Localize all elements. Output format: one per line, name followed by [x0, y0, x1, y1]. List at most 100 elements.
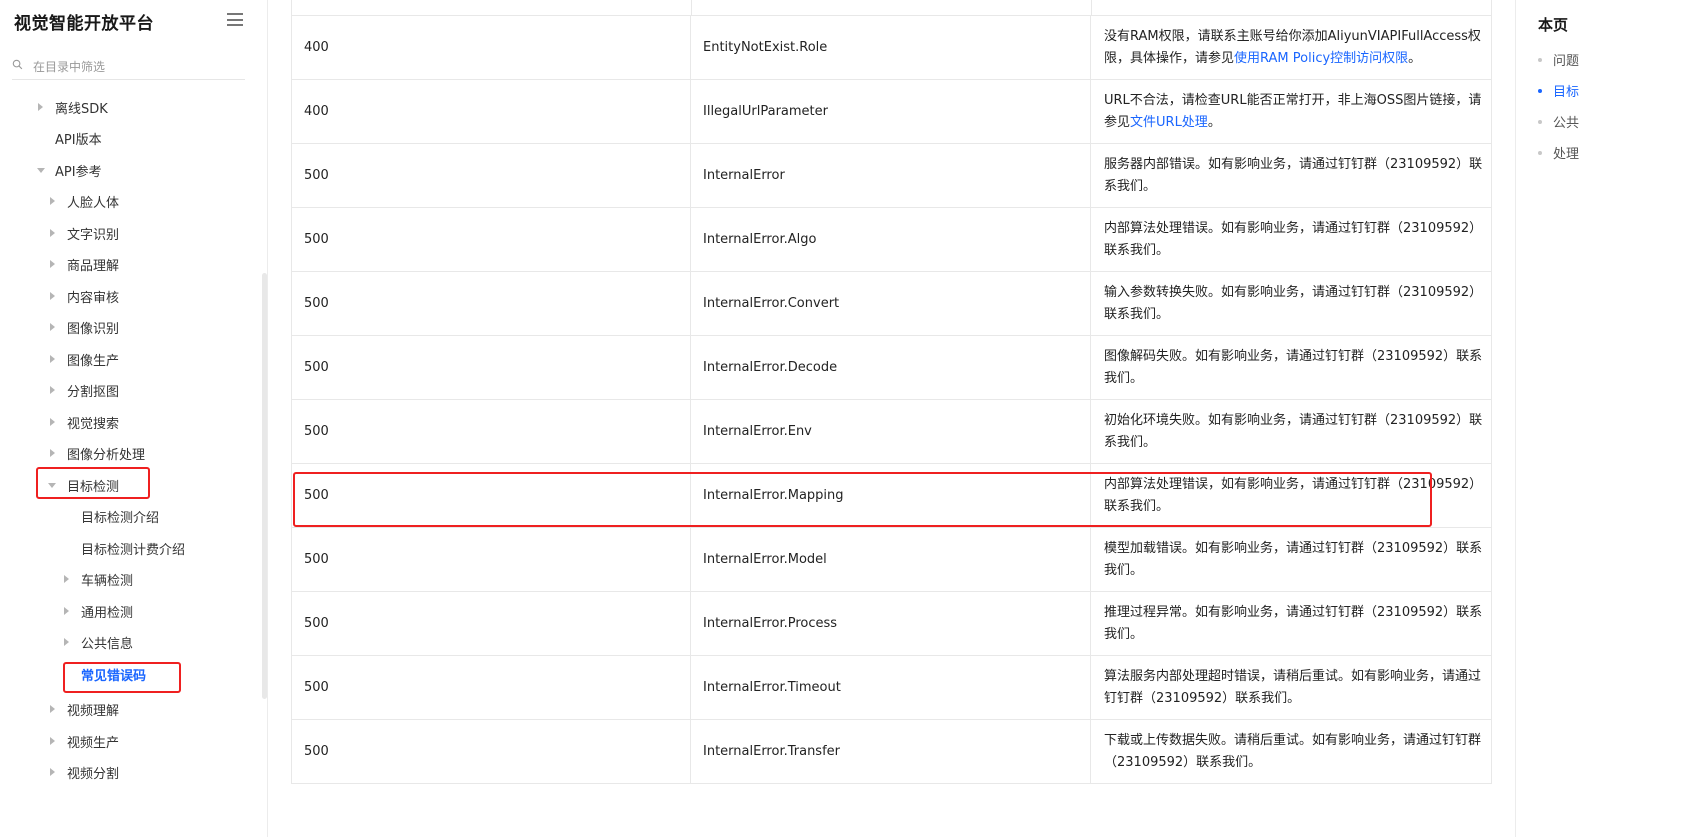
table-row: 400 EntityNotExist.Role 没有RAM权限，请联系主账号给你添加…	[291, 16, 1492, 80]
sidebar-item[interactable]: API版本	[0, 126, 250, 150]
sidebar-item[interactable]: API参考	[0, 158, 250, 182]
bullet-icon	[1538, 119, 1542, 124]
highlight-box-target-detection	[36, 467, 150, 499]
sidebar-item-label: 图像生产	[67, 353, 120, 369]
error-code-cell: IllegalUrlParameter	[691, 80, 1091, 143]
error-code-cell: InternalError.Transfer	[691, 720, 1091, 783]
toc-item[interactable]: 问题	[1538, 50, 1579, 69]
description-text: 初始化环境失败。如有影响业务，请通过钉钉群（23109592）联系我们。	[1104, 412, 1483, 450]
table-row: 500 InternalError.Transfer 下载或上传数据失败。请稍后重试…	[291, 720, 1492, 784]
sidebar-item[interactable]: 图像生产	[0, 347, 250, 371]
sidebar: 视觉智能开放平台 在目录中筛选 离线SDK API版本 API参考人脸人体文字识别商…	[0, 0, 268, 837]
sidebar-item[interactable]: 离线SDK	[0, 95, 250, 119]
sidebar-item[interactable]: 视频分割	[0, 760, 250, 784]
toc-item[interactable]: 公共	[1538, 112, 1579, 131]
caret-right-icon[interactable]	[64, 575, 69, 583]
http-code-cell: 500	[291, 336, 691, 399]
sidebar-item[interactable]: 图像分析处理	[0, 441, 250, 465]
caret-right-icon[interactable]	[50, 323, 55, 331]
table-row: 400 IllegalUrlParameter URL不合法，请检查URL能否正常打…	[291, 80, 1492, 144]
sidebar-item[interactable]: 视频生产	[0, 729, 250, 753]
sidebar-item[interactable]: 分割抠图	[0, 378, 250, 402]
toc-item[interactable]: 处理	[1538, 143, 1579, 162]
sidebar-item[interactable]: 视频理解	[0, 697, 250, 721]
caret-right-icon[interactable]	[38, 103, 43, 111]
description-cell: 下载或上传数据失败。请稍后重试。如有影响业务，请通过钉钉群（23109592）联…	[1091, 720, 1492, 783]
http-code-cell: 400	[291, 80, 691, 143]
filter-input[interactable]: 在目录中筛选	[12, 53, 245, 80]
sidebar-item[interactable]: 商品理解	[0, 252, 250, 276]
sidebar-item-label: 目标检测计费介绍	[81, 542, 186, 558]
sidebar-item-label: 图像分析处理	[67, 447, 146, 463]
description-cell: 推理过程异常。如有影响业务，请通过钉钉群（23109592）联系我们。	[1091, 592, 1492, 655]
bullet-icon	[1538, 57, 1542, 62]
sidebar-item-label: 车辆检测	[81, 573, 134, 589]
toc-item[interactable]: 目标	[1538, 81, 1579, 100]
description-text: 推理过程异常。如有影响业务，请通过钉钉群（23109592）联系我们。	[1104, 604, 1483, 642]
caret-down-icon[interactable]	[37, 168, 45, 173]
sidebar-item[interactable]: 车辆检测	[0, 567, 250, 591]
error-code-cell: InternalError.Convert	[691, 272, 1091, 335]
sidebar-item-label: API参考	[55, 164, 102, 180]
caret-right-icon[interactable]	[50, 386, 55, 394]
description-cell: URL不合法，请检查URL能否正常打开，非上海OSS图片链接，请参见文件URL处…	[1091, 80, 1492, 143]
sidebar-item[interactable]: 通用检测	[0, 599, 250, 623]
menu-icon[interactable]	[227, 13, 243, 26]
error-code-table: 400 EntityNotExist.Role 没有RAM权限，请联系主账号给你添加…	[291, 0, 1492, 837]
http-code-cell: 500	[291, 144, 691, 207]
caret-right-icon[interactable]	[50, 705, 55, 713]
caret-right-icon[interactable]	[50, 197, 55, 205]
description-text: 模型加载错误。如有影响业务，请通过钉钉群（23109592）联系我们。	[1104, 540, 1483, 578]
sidebar-item-label: 人脸人体	[67, 195, 120, 211]
sidebar-item-label: 通用检测	[81, 605, 134, 621]
filter-placeholder: 在目录中筛选	[33, 59, 106, 74]
sidebar-scrollbar[interactable]	[262, 273, 267, 699]
caret-right-icon[interactable]	[50, 768, 55, 776]
sidebar-item[interactable]: 图像识别	[0, 315, 250, 339]
caret-right-icon[interactable]	[50, 418, 55, 426]
sidebar-item[interactable]: 人脸人体	[0, 189, 250, 213]
sidebar-item-label: 离线SDK	[55, 101, 108, 117]
table-row: 500 InternalError.Env 初始化环境失败。如有影响业务，请通过钉钉…	[291, 400, 1492, 464]
caret-right-icon[interactable]	[50, 449, 55, 457]
sidebar-item[interactable]: 公共信息	[0, 630, 250, 654]
table-row: 500 InternalError.Convert 输入参数转换失败。如有影响业务，…	[291, 272, 1492, 336]
sidebar-item-label: 视频分割	[67, 766, 120, 782]
description-text: 下载或上传数据失败。请稍后重试。如有影响业务，请通过钉钉群（23109592）联…	[1104, 732, 1482, 770]
page-toc: 本页 问题 目标 公共 处理	[1515, 0, 1692, 837]
sidebar-item[interactable]: 视觉搜索	[0, 410, 250, 434]
caret-right-icon[interactable]	[64, 638, 69, 646]
table-row: 500 InternalError.Timeout 算法服务内部处理超时错误，请稍后…	[291, 656, 1492, 720]
error-code-cell: InternalError.Model	[691, 528, 1091, 591]
sidebar-item-label: 视频生产	[67, 735, 120, 751]
description-cell: 服务器内部错误。如有影响业务，请通过钉钉群（23109592）联系我们。	[1091, 144, 1492, 207]
description-text: 图像解码失败。如有影响业务，请通过钉钉群（23109592）联系我们。	[1104, 348, 1483, 386]
caret-right-icon[interactable]	[50, 737, 55, 745]
sidebar-item[interactable]: 目标检测介绍	[0, 504, 250, 528]
bullet-icon	[1538, 88, 1542, 93]
error-code-cell: InternalError.Process	[691, 592, 1091, 655]
caret-right-icon[interactable]	[50, 260, 55, 268]
http-code-cell: 500	[291, 720, 691, 783]
description-text: 服务器内部错误。如有影响业务，请通过钉钉群（23109592）联系我们。	[1104, 156, 1483, 194]
caret-right-icon[interactable]	[64, 607, 69, 615]
sidebar-item-label: 图像识别	[67, 321, 120, 337]
sidebar-item[interactable]: 目标检测计费介绍	[0, 536, 250, 560]
error-code-cell: InternalError.Env	[691, 400, 1091, 463]
highlight-box-mapping-row	[293, 472, 1432, 527]
sidebar-item[interactable]: 文字识别	[0, 221, 250, 245]
doc-link[interactable]: 使用RAM Policy控制访问权限	[1234, 51, 1408, 66]
sidebar-item[interactable]: 内容审核	[0, 284, 250, 308]
description-cell: 图像解码失败。如有影响业务，请通过钉钉群（23109592）联系我们。	[1091, 336, 1492, 399]
brand-title[interactable]: 视觉智能开放平台	[14, 9, 154, 34]
search-icon	[12, 59, 23, 69]
error-code-cell: InternalError.Algo	[691, 208, 1091, 271]
table-row: 500 InternalError.Decode 图像解码失败。如有影响业务，请通过…	[291, 336, 1492, 400]
caret-right-icon[interactable]	[50, 355, 55, 363]
caret-right-icon[interactable]	[50, 292, 55, 300]
table-row: 500 InternalError.Model 模型加载错误。如有影响业务，请通过钉…	[291, 528, 1492, 592]
sidebar-item-label: 公共信息	[81, 636, 134, 652]
doc-link[interactable]: 文件URL处理	[1130, 115, 1208, 130]
caret-right-icon[interactable]	[50, 229, 55, 237]
toc-item-label: 公共	[1553, 116, 1580, 131]
